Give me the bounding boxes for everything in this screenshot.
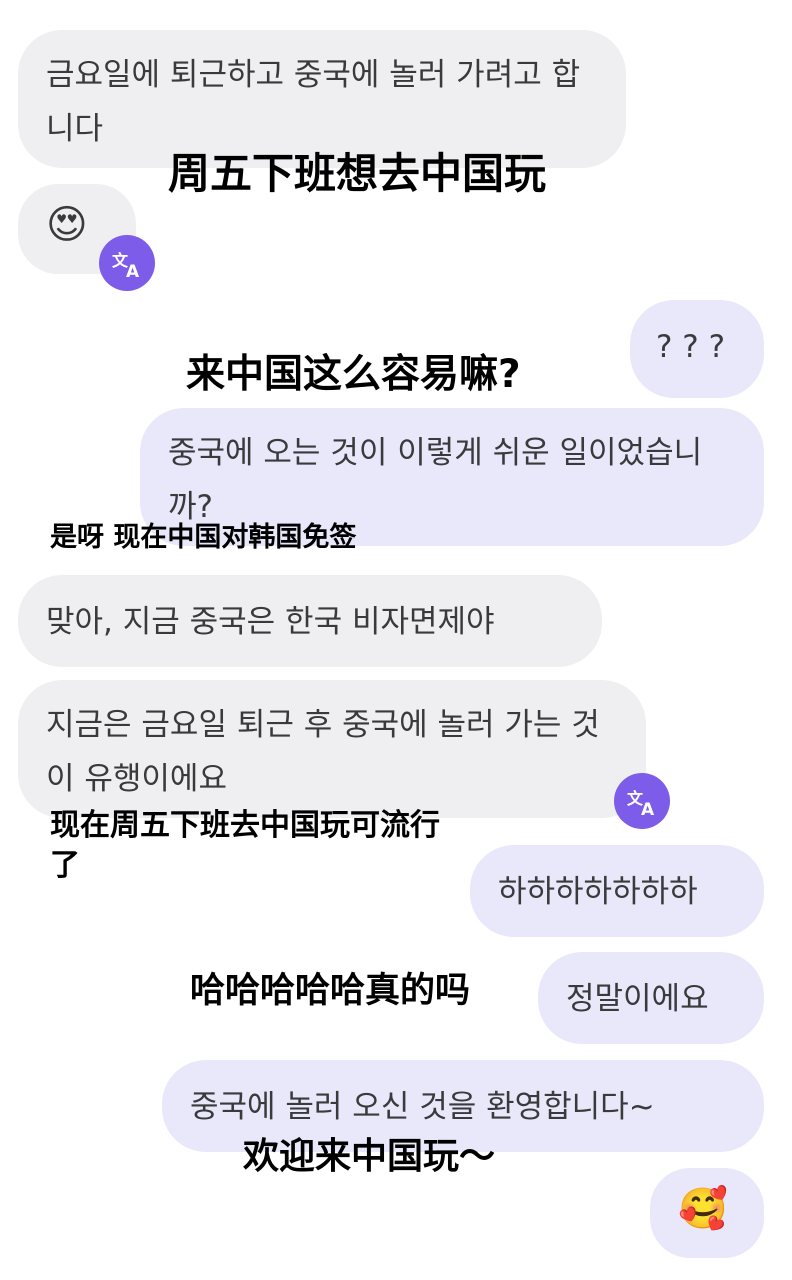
emoji: 😍 — [46, 202, 88, 248]
message-text: 금요일에 퇴근하고 중국에 놀러 가려고 합니다 — [46, 57, 581, 147]
message-text: 중국에 오는 것이 이렇게 쉬운 일이었습니까? — [168, 435, 703, 525]
message-text: ? ? ? — [656, 329, 726, 365]
caption: 周五下班想去中国玩 — [168, 149, 547, 198]
caption: 哈哈哈哈哈真的吗 — [190, 971, 471, 1011]
message-text: 지금은 금요일 퇴근 후 중국에 놀러 가는 것이 유행이에요 — [46, 707, 600, 797]
svg-text:A: A — [641, 800, 655, 818]
translate-icon[interactable]: 文 A — [99, 235, 155, 291]
emoji: 🥰 — [678, 1186, 728, 1232]
message-bubble-sent[interactable]: 하하하하하하하 — [470, 845, 764, 937]
message-bubble-sent[interactable]: 🥰 — [650, 1168, 764, 1258]
message-bubble-received[interactable]: 지금은 금요일 퇴근 후 중국에 놀러 가는 것이 유행이에요 — [18, 680, 646, 818]
caption: 是呀 现在中国对韩国免签 — [50, 522, 357, 553]
message-bubble-sent[interactable]: 정말이에요 — [538, 952, 764, 1044]
svg-text:A: A — [126, 262, 140, 280]
translate-icon[interactable]: 文 A — [614, 773, 670, 829]
message-text: 맞아, 지금 중국은 한국 비자면제야 — [46, 604, 495, 640]
message-bubble-sent[interactable]: ? ? ? — [630, 300, 764, 398]
caption: 欢迎来中国玩～ — [243, 1136, 496, 1177]
message-text: 정말이에요 — [566, 981, 709, 1017]
caption: 现在周五下班去中国玩可流行了 — [50, 808, 440, 883]
message-text: 하하하하하하하 — [498, 874, 698, 910]
message-bubble-received[interactable]: 맞아, 지금 중국은 한국 비자면제야 — [18, 575, 602, 667]
caption: 来中国这么容易嘛? — [186, 352, 521, 397]
message-text: 중국에 놀러 오신 것을 환영합니다~ — [190, 1089, 655, 1125]
